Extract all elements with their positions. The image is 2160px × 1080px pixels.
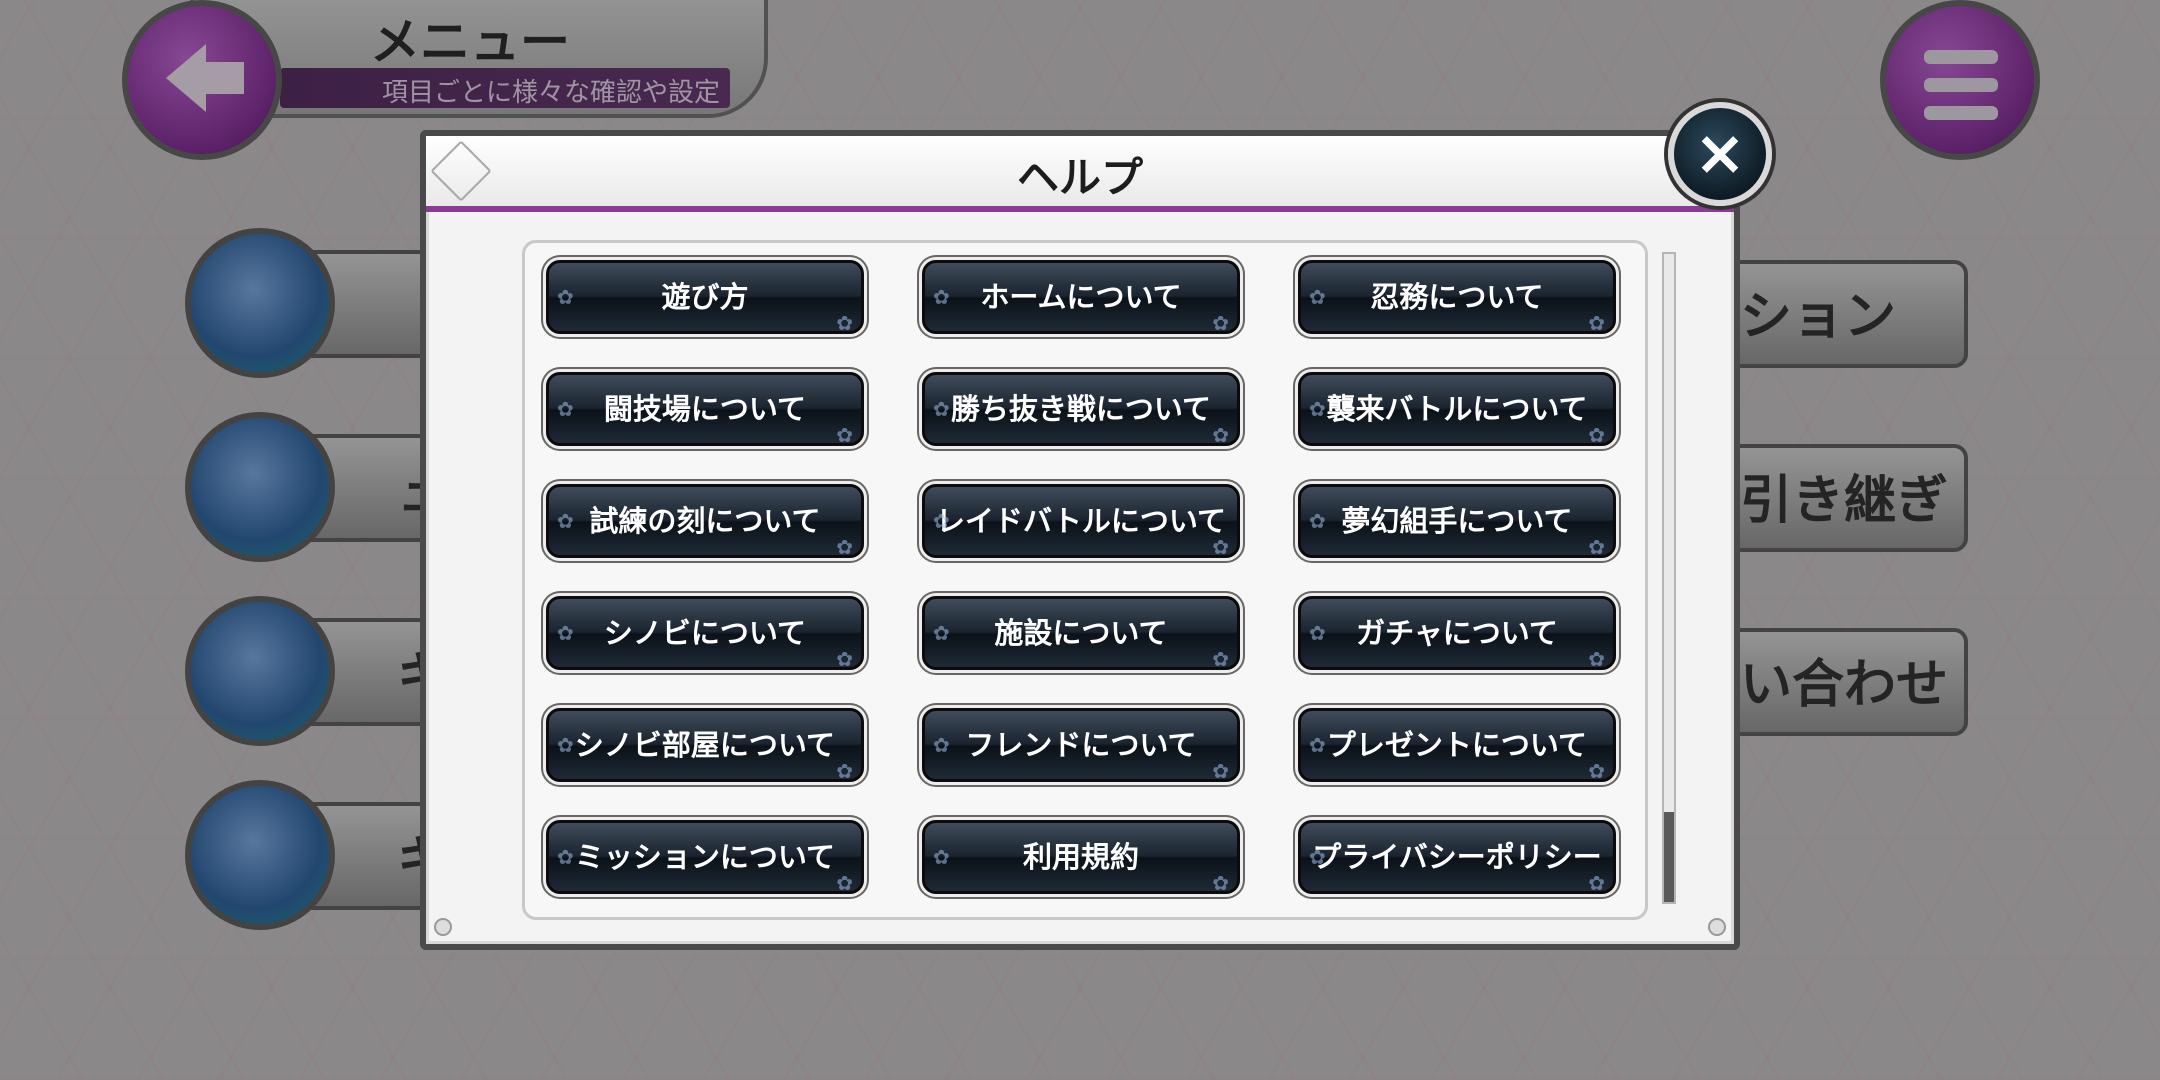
help-dialog: ヘルプ 遊び方 ホームについて 忍務について 闘技場について 勝ち抜き戦について… xyxy=(420,130,1740,950)
help-button-raid-battle[interactable]: レイドバトルについて xyxy=(922,484,1240,558)
help-button-presents[interactable]: プレゼントについて xyxy=(1298,708,1616,782)
help-button-shinobi-room[interactable]: シノビ部屋について xyxy=(546,708,864,782)
help-button-arena[interactable]: 闘技場について xyxy=(546,372,864,446)
help-button-missions[interactable]: ミッションについて xyxy=(546,820,864,894)
help-button-tournament[interactable]: 勝ち抜き戦について xyxy=(922,372,1240,446)
help-button-facilities[interactable]: 施設について xyxy=(922,596,1240,670)
help-button-privacy-policy[interactable]: プライバシーポリシー xyxy=(1298,820,1616,894)
help-button-dream-sparring[interactable]: 夢幻組手について xyxy=(1298,484,1616,558)
scroll-thumb[interactable] xyxy=(1664,812,1674,902)
help-button-how-to-play[interactable]: 遊び方 xyxy=(546,260,864,334)
help-button-raid-attack[interactable]: 襲来バトルについて xyxy=(1298,372,1616,446)
help-button-grid: 遊び方 ホームについて 忍務について 闘技場について 勝ち抜き戦について 襲来バ… xyxy=(546,260,1616,894)
help-button-terms[interactable]: 利用規約 xyxy=(922,820,1240,894)
help-button-gacha[interactable]: ガチャについて xyxy=(1298,596,1616,670)
help-button-missions-ninmu[interactable]: 忍務について xyxy=(1298,260,1616,334)
rivet-icon xyxy=(1708,918,1726,936)
dialog-title: ヘルプ xyxy=(1016,153,1143,202)
rivet-icon xyxy=(434,918,452,936)
help-button-shinobi[interactable]: シノビについて xyxy=(546,596,864,670)
close-button[interactable]: × xyxy=(1668,102,1772,206)
scrollbar[interactable] xyxy=(1662,252,1676,904)
help-button-home[interactable]: ホームについて xyxy=(922,260,1240,334)
dialog-header: ヘルプ xyxy=(426,136,1734,212)
help-button-friends[interactable]: フレンドについて xyxy=(922,708,1240,782)
help-button-trial[interactable]: 試練の刻について xyxy=(546,484,864,558)
